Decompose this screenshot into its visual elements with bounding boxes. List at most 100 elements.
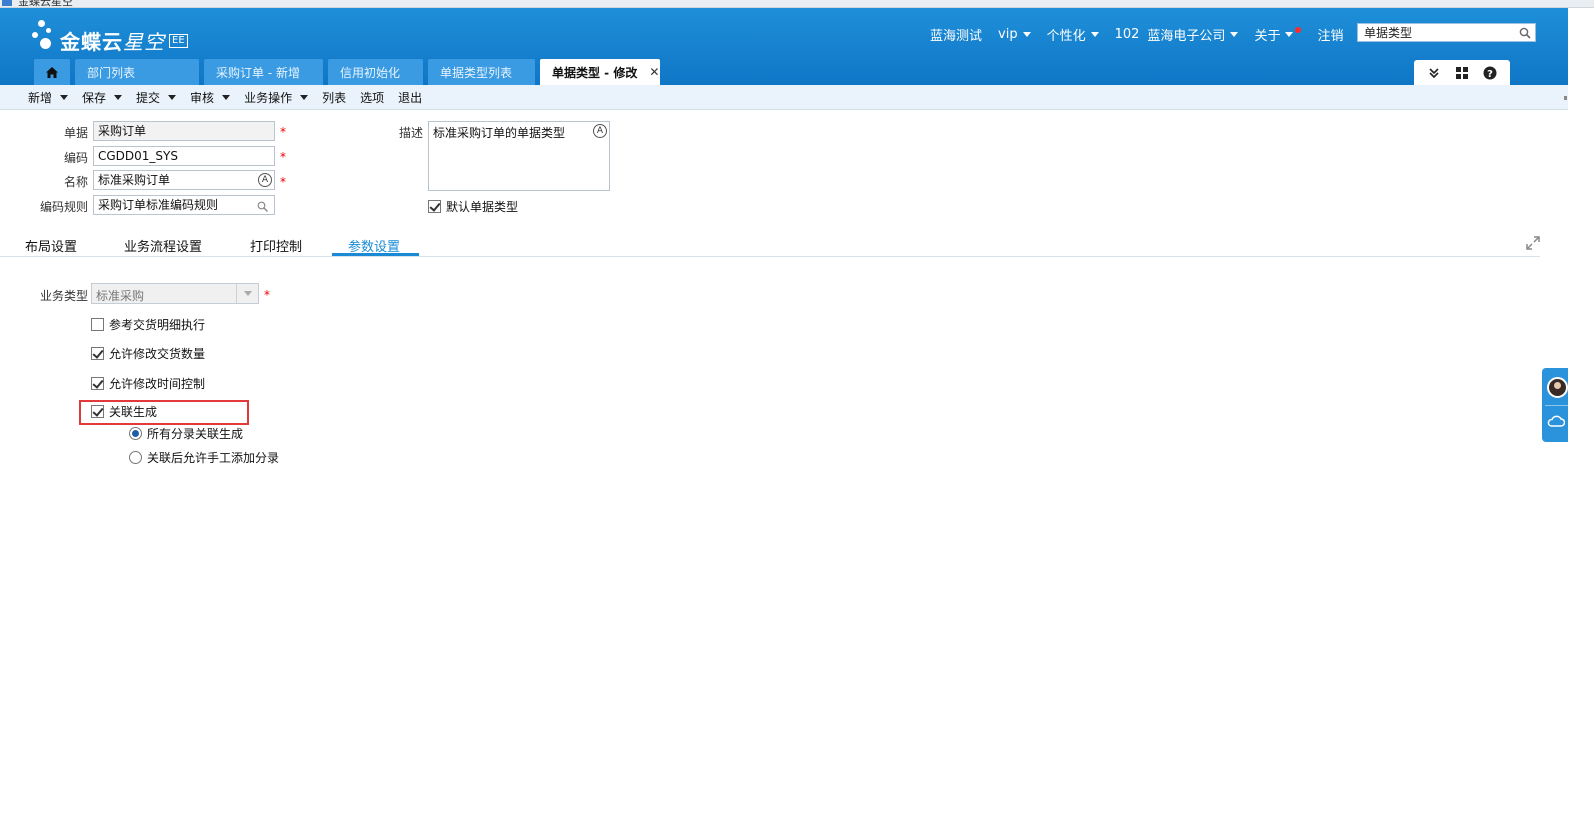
business-ops-button[interactable]: 业务操作: [244, 89, 309, 106]
help-icon[interactable]: ?: [1480, 64, 1500, 82]
option-label: 允许修改时间控制: [109, 377, 206, 391]
about-menu[interactable]: 关于: [1254, 25, 1302, 44]
radio[interactable]: [129, 451, 142, 464]
bill-field[interactable]: 采购订单: [93, 121, 275, 141]
grid-icon[interactable]: [1452, 64, 1472, 82]
checkbox[interactable]: [91, 377, 104, 390]
section-tabs: 布局设置 业务流程设置 打印控制 参数设置: [0, 233, 1540, 257]
multilang-icon[interactable]: A: [593, 124, 607, 138]
chevron-down-icon[interactable]: [168, 94, 177, 100]
page-tabs: 部门列表 采购订单 - 新增 信用初始化 单据类型列表 单据类型 - 修改 ✕: [34, 59, 665, 85]
org-menu[interactable]: 102 蓝海电子公司: [1115, 25, 1239, 44]
org-name: 蓝海电子公司: [1147, 28, 1226, 44]
close-icon[interactable]: ✕: [649, 65, 659, 79]
brand-text: 金蝶云星空: [60, 30, 165, 54]
tab-bill-type-list[interactable]: 单据类型列表: [428, 59, 535, 85]
save-label: 保存: [82, 90, 107, 105]
required-mark: *: [280, 125, 286, 139]
name-field[interactable]: 标准采购订单: [93, 170, 275, 190]
rule-field[interactable]: 采购订单标准编码规则: [93, 195, 275, 215]
checkbox[interactable]: [91, 347, 104, 360]
chevron-down-icon: [1090, 31, 1099, 37]
tab-purchase-order-new[interactable]: 采购订单 - 新增: [204, 59, 323, 85]
chevron-down-icon[interactable]: [236, 284, 258, 303]
radio-label: 关联后允许手工添加分录: [147, 451, 280, 465]
expand-icon[interactable]: [1526, 236, 1540, 250]
search-input[interactable]: [1358, 24, 1508, 41]
biz-type-select[interactable]: 标准采购: [91, 283, 259, 304]
option-ref-delivery-detail[interactable]: 参考交货明细执行: [91, 316, 205, 333]
personalize-label: 个性化: [1046, 28, 1086, 44]
code-field[interactable]: CGDD01_SYS: [93, 146, 275, 166]
personalize-menu[interactable]: 个性化: [1047, 25, 1099, 44]
chevron-down-icon[interactable]: [60, 94, 69, 100]
org-code: 102: [1114, 26, 1140, 42]
multilang-icon[interactable]: A: [258, 173, 272, 187]
bill-label: 单据: [63, 126, 88, 140]
required-mark: *: [280, 175, 286, 189]
exit-button[interactable]: 退出: [398, 89, 422, 106]
biz-type-value: 标准采购: [96, 289, 145, 303]
chevron-down-icon: [1230, 31, 1239, 37]
vip-menu[interactable]: vip: [998, 27, 1031, 42]
submit-button[interactable]: 提交: [136, 89, 177, 106]
chevron-down-icon[interactable]: [222, 94, 231, 100]
default-bill-type-label: 默认单据类型: [446, 200, 519, 214]
desc-label: 描述: [398, 126, 423, 140]
radio-allow-manual-add[interactable]: 关联后允许手工添加分录: [129, 449, 279, 466]
new-button[interactable]: 新增: [28, 89, 69, 106]
options-button[interactable]: 选项: [360, 89, 384, 106]
notification-dot: [1295, 27, 1302, 33]
checkbox[interactable]: [91, 318, 104, 331]
user-menu[interactable]: 蓝海测试: [930, 25, 982, 44]
rule-label: 编码规则: [39, 200, 88, 214]
tab-label: 单据类型 - 修改: [552, 65, 638, 80]
required-mark: *: [280, 150, 286, 164]
about-label: 关于: [1254, 28, 1281, 44]
required-mark: *: [264, 288, 270, 302]
default-bill-type-checkbox[interactable]: 默认单据类型: [428, 198, 518, 215]
radio[interactable]: [129, 427, 142, 440]
option-label: 允许修改交货数量: [109, 347, 206, 361]
chevron-down-icon[interactable]: [300, 94, 309, 100]
cloud-icon[interactable]: [1547, 414, 1565, 428]
home-icon: [46, 66, 58, 78]
desc-field[interactable]: 标准采购订单的单据类型: [428, 121, 610, 191]
logout-link[interactable]: 注销: [1317, 25, 1343, 44]
chevron-down-icon[interactable]: [114, 94, 123, 100]
search-icon[interactable]: [1519, 27, 1531, 39]
side-widget: [1542, 368, 1568, 442]
radio-all-entries[interactable]: 所有分录关联生成: [129, 425, 243, 442]
audit-button[interactable]: 审核: [190, 89, 231, 106]
brand-logo[interactable]: 金蝶云星空 EE: [30, 16, 200, 56]
avatar[interactable]: [1547, 377, 1568, 398]
radio-label: 所有分录关联生成: [147, 427, 244, 441]
window-title: 金蝶云星空: [18, 0, 73, 8]
scroll-indicator: [1564, 96, 1567, 100]
tab-credit-init[interactable]: 信用初始化: [328, 59, 423, 85]
business-ops-label: 业务操作: [244, 90, 293, 105]
chevron-down-icon: [1285, 31, 1294, 37]
new-label: 新增: [28, 90, 53, 105]
tab-home[interactable]: [34, 59, 70, 85]
search-icon[interactable]: [257, 201, 268, 212]
save-button[interactable]: 保存: [82, 89, 123, 106]
tab-workflow-settings[interactable]: 业务流程设置: [124, 236, 202, 255]
tab-layout-settings[interactable]: 布局设置: [25, 236, 77, 255]
window-title-bar: 金蝶云星空: [0, 0, 1594, 8]
tab-department-list[interactable]: 部门列表: [75, 59, 199, 85]
edition-badge: EE: [169, 34, 188, 48]
tab-print-control[interactable]: 打印控制: [250, 236, 302, 255]
option-allow-modify-time[interactable]: 允许修改时间控制: [91, 375, 205, 392]
tab-bill-type-edit[interactable]: 单据类型 - 修改 ✕: [540, 59, 660, 85]
divider: [1545, 405, 1568, 406]
chevrons-down-icon[interactable]: [1424, 64, 1444, 82]
chevron-down-icon: [1022, 31, 1031, 37]
list-button[interactable]: 列表: [322, 89, 346, 106]
header: 金蝶云星空 EE 蓝海测试 vip 个性化 102 蓝海电子公司 关于 注销 部门…: [0, 8, 1568, 85]
option-allow-modify-qty[interactable]: 允许修改交货数量: [91, 345, 205, 362]
audit-label: 审核: [190, 90, 215, 105]
checkbox[interactable]: [428, 200, 441, 213]
global-search: [1357, 23, 1536, 42]
action-toolbar: 新增 保存 提交 审核 业务操作 列表 选项 退出: [0, 85, 1568, 110]
